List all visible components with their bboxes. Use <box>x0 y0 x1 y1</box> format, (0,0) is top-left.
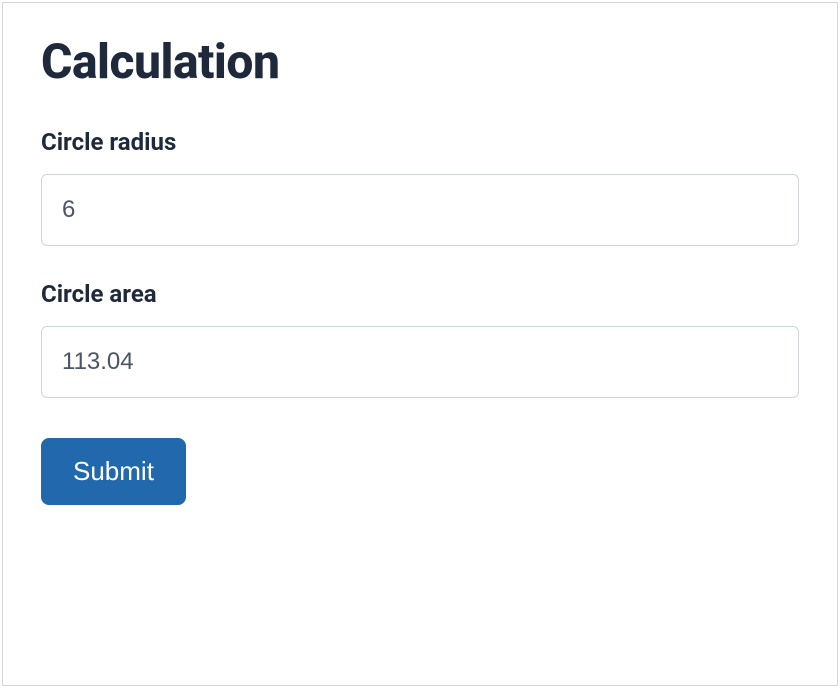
calculation-panel: Calculation Circle radius Circle area Su… <box>2 2 838 686</box>
radius-label: Circle radius <box>41 128 799 156</box>
area-group: Circle area <box>41 280 799 398</box>
radius-input[interactable] <box>41 174 799 246</box>
area-label: Circle area <box>41 280 799 308</box>
area-input[interactable] <box>41 326 799 398</box>
page-title: Calculation <box>41 33 799 90</box>
radius-group: Circle radius <box>41 128 799 246</box>
submit-button[interactable]: Submit <box>41 438 186 505</box>
